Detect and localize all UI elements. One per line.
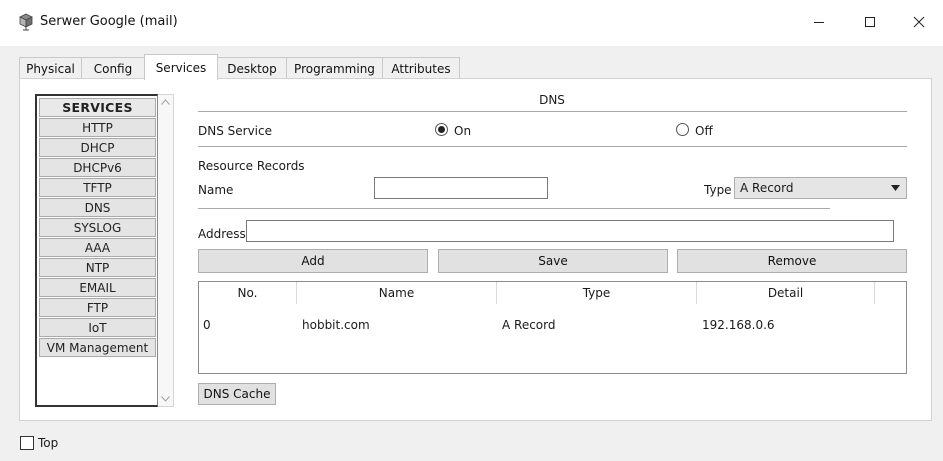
close-button[interactable] xyxy=(896,6,942,38)
row-detail: 192.168.0.6 xyxy=(702,318,775,332)
dns-heading: DNS xyxy=(539,93,565,107)
name-label: Name xyxy=(198,183,234,197)
row-type: A Record xyxy=(502,318,556,332)
maximize-icon xyxy=(865,17,875,27)
maximize-button[interactable] xyxy=(847,6,893,38)
chevron-down-icon xyxy=(891,185,900,191)
divider xyxy=(198,111,907,112)
tab-desktop[interactable]: Desktop xyxy=(217,57,287,79)
add-button[interactable]: Add xyxy=(198,249,428,273)
services-header: SERVICES xyxy=(39,98,156,117)
services-list: SERVICES HTTP DHCP DHCPv6 TFTP DNS SYSLO… xyxy=(35,94,158,407)
service-item-http[interactable]: HTTP xyxy=(39,118,156,137)
dns-on-radio[interactable] xyxy=(435,123,448,136)
service-item-syslog[interactable]: SYSLOG xyxy=(39,218,156,237)
type-select-value: A Record xyxy=(740,181,794,195)
service-item-dhcp[interactable]: DHCP xyxy=(39,138,156,157)
dns-records-table: No. Name Type Detail 0 hobbit.com A Reco… xyxy=(198,281,907,374)
service-item-vm-management[interactable]: VM Management xyxy=(39,338,156,357)
service-item-aaa[interactable]: AAA xyxy=(39,238,156,257)
address-input[interactable] xyxy=(246,220,894,242)
minimize-button[interactable] xyxy=(796,6,842,38)
divider xyxy=(198,146,907,147)
type-label: Type xyxy=(704,183,732,197)
title-bar: Serwer Google (mail) xyxy=(0,0,943,46)
resource-records-label: Resource Records xyxy=(198,159,305,173)
save-button[interactable]: Save xyxy=(438,249,668,273)
tab-services[interactable]: Services xyxy=(144,54,218,80)
top-label: Top xyxy=(38,436,59,450)
chevron-up-icon[interactable] xyxy=(161,99,170,105)
service-item-ntp[interactable]: NTP xyxy=(39,258,156,277)
window-body: Physical Config Services Desktop Program… xyxy=(0,46,943,461)
dns-off-radio[interactable] xyxy=(676,123,689,136)
service-item-iot[interactable]: IoT xyxy=(39,318,156,337)
address-label: Address xyxy=(198,227,246,241)
divider xyxy=(198,208,830,209)
service-item-email[interactable]: EMAIL xyxy=(39,278,156,297)
type-select[interactable]: A Record xyxy=(734,177,907,199)
close-icon xyxy=(913,16,925,28)
service-item-dns[interactable]: DNS xyxy=(39,198,156,217)
remove-button[interactable]: Remove xyxy=(677,249,907,273)
column-header-type[interactable]: Type xyxy=(497,282,697,304)
column-header-name[interactable]: Name xyxy=(297,282,497,304)
service-item-dhcpv6[interactable]: DHCPv6 xyxy=(39,158,156,177)
tab-physical[interactable]: Physical xyxy=(19,57,82,79)
row-no: 0 xyxy=(203,318,211,332)
dns-on-label: On xyxy=(454,124,472,138)
column-header-no[interactable]: No. xyxy=(199,282,297,304)
minimize-icon xyxy=(814,22,824,23)
name-input[interactable] xyxy=(374,177,548,199)
dns-cache-button[interactable]: DNS Cache xyxy=(198,383,276,405)
tab-attributes[interactable]: Attributes xyxy=(382,57,460,79)
tab-config[interactable]: Config xyxy=(81,57,145,79)
dns-panel: DNS DNS Service On Off Resource Records … xyxy=(194,79,910,422)
dns-off-label: Off xyxy=(695,124,713,138)
server-icon xyxy=(19,13,33,31)
row-name: hobbit.com xyxy=(302,318,370,332)
column-header-detail[interactable]: Detail xyxy=(697,282,875,304)
service-item-tftp[interactable]: TFTP xyxy=(39,178,156,197)
service-item-ftp[interactable]: FTP xyxy=(39,298,156,317)
services-scrollbar[interactable] xyxy=(158,94,174,407)
services-tab-panel: SERVICES HTTP DHCP DHCPv6 TFTP DNS SYSLO… xyxy=(19,78,932,421)
chevron-down-icon[interactable] xyxy=(161,396,170,402)
top-checkbox[interactable] xyxy=(20,436,34,450)
tab-programming[interactable]: Programming xyxy=(286,57,383,79)
dns-service-label: DNS Service xyxy=(198,124,272,138)
window-title: Serwer Google (mail) xyxy=(40,14,178,29)
